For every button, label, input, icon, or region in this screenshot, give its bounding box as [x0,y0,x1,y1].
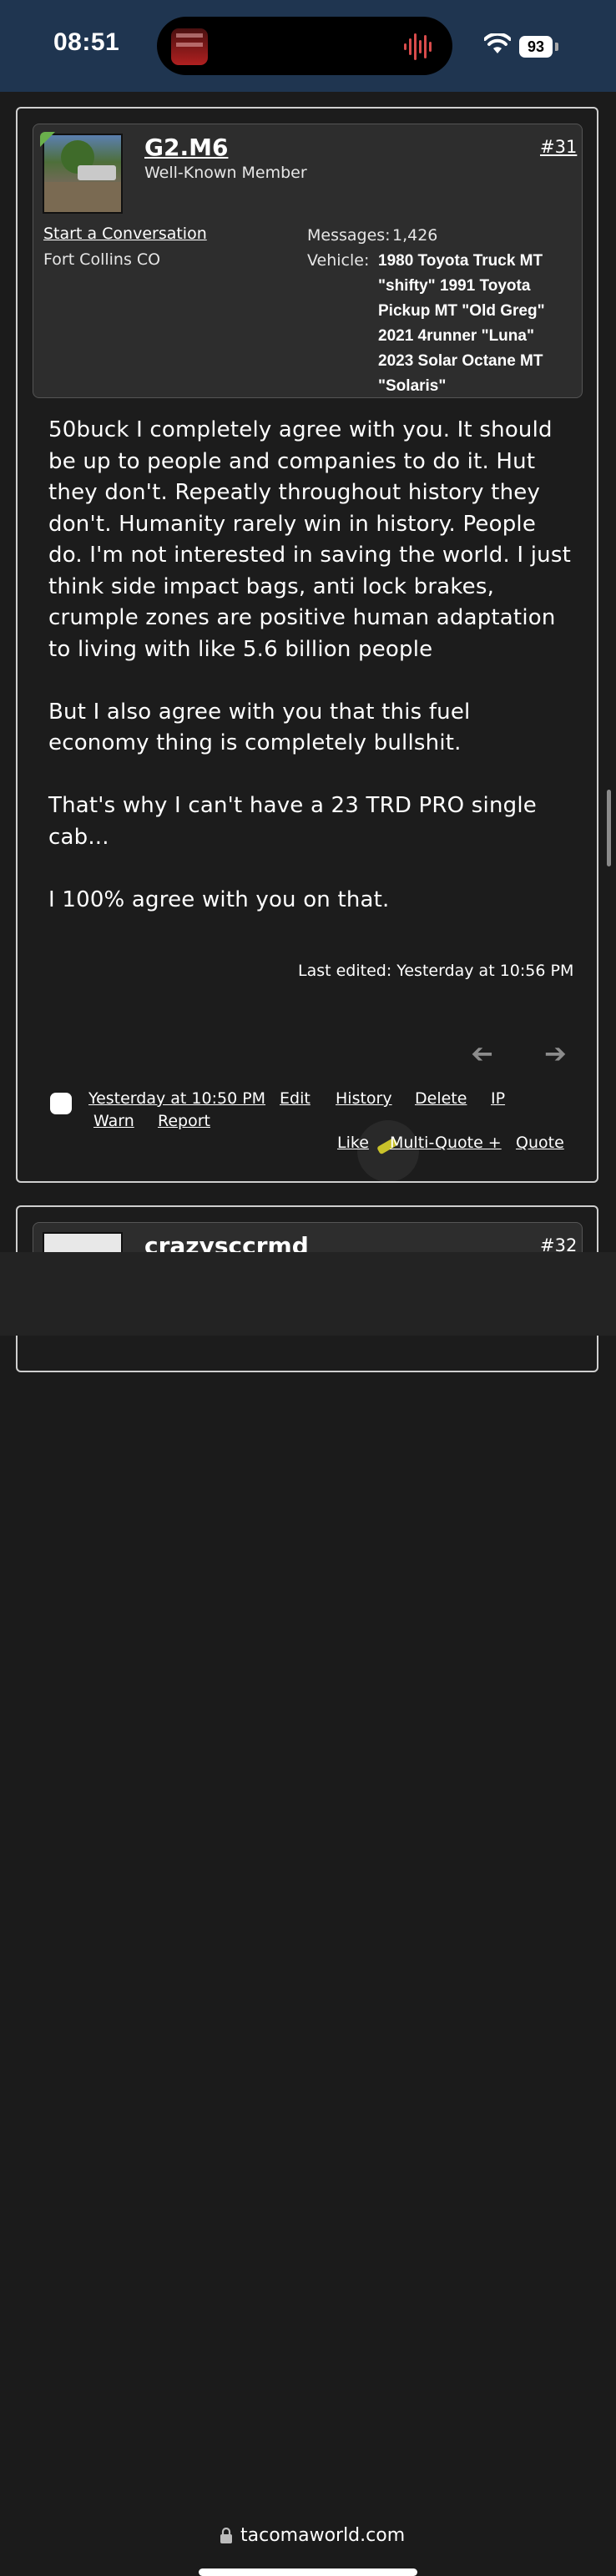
messages-label: Messages: [307,226,391,245]
audio-waveform-icon [404,33,432,60]
quote-link[interactable]: Quote [516,1134,564,1152]
vehicle-value: 1980 Toyota Truck MT "shifty" 1991 Toyot… [378,249,578,399]
warn-link[interactable]: Warn [93,1112,134,1130]
post-paragraph: 50buck I completely agree with you. It s… [48,417,571,662]
user-title: Well-Known Member [144,164,307,182]
edit-link[interactable]: Edit [280,1089,311,1108]
status-time: 08:51 [53,28,120,56]
arrow-right-icon[interactable]: ➔ [544,1038,567,1069]
start-conversation-link[interactable]: Start a Conversation [43,225,207,243]
status-bar: 08:51 93 [0,0,616,92]
delete-link[interactable]: Delete [415,1089,467,1108]
vehicle-line: 2023 Solar Octane MT [378,352,543,370]
now-playing-artwork[interactable] [171,28,208,65]
like-link[interactable]: Like [337,1134,369,1152]
vehicle-line: 1980 Toyota Truck MT [378,252,543,270]
browser-bottom-bar: tacomaworld.com [0,1252,616,2576]
battery-tip [555,43,558,51]
address-bar-url[interactable]: tacomaworld.com [240,2525,405,2546]
post-timestamp-link[interactable]: Yesterday at 10:50 PM [88,1089,265,1108]
vehicle-line: 2021 4runner "Luna" [378,327,534,345]
home-indicator[interactable] [199,2568,417,2576]
post-body: 50buck I completely agree with you. It s… [48,415,574,947]
last-edited: Last edited: Yesterday at 10:56 PM [298,962,574,980]
wifi-icon [484,33,511,53]
select-post-checkbox[interactable] [50,1093,72,1114]
messages-value: 1,426 [392,226,438,245]
post-paragraph: I 100% agree with you on that. [48,886,390,912]
username-link[interactable]: G2.M6 [144,134,228,161]
post-paragraph: But I also agree with you that this fuel… [48,699,471,756]
report-link[interactable]: Report [158,1112,210,1130]
online-indicator-icon [40,132,55,147]
user-location: Fort Collins CO [43,250,161,269]
lock-icon [220,2528,232,2543]
multi-quote-link[interactable]: Multi-Quote + [390,1134,502,1152]
history-link[interactable]: History [336,1089,392,1108]
post-paragraph: That's why I can't have a 23 TRD PRO sin… [48,793,537,850]
vehicle-line: Pickup MT "Old Greg" [378,302,545,320]
vehicle-line: "shifty" 1991 Toyota [378,277,531,295]
arrow-left-icon[interactable]: ➔ [471,1038,493,1069]
scrollbar[interactable] [607,790,611,866]
battery-icon: 93 [519,36,553,58]
vehicle-label: Vehicle: [307,251,370,270]
post-number-link[interactable]: #31 [540,137,577,157]
vehicle-line: "Solaris" [378,377,447,395]
ip-link[interactable]: IP [491,1089,505,1108]
